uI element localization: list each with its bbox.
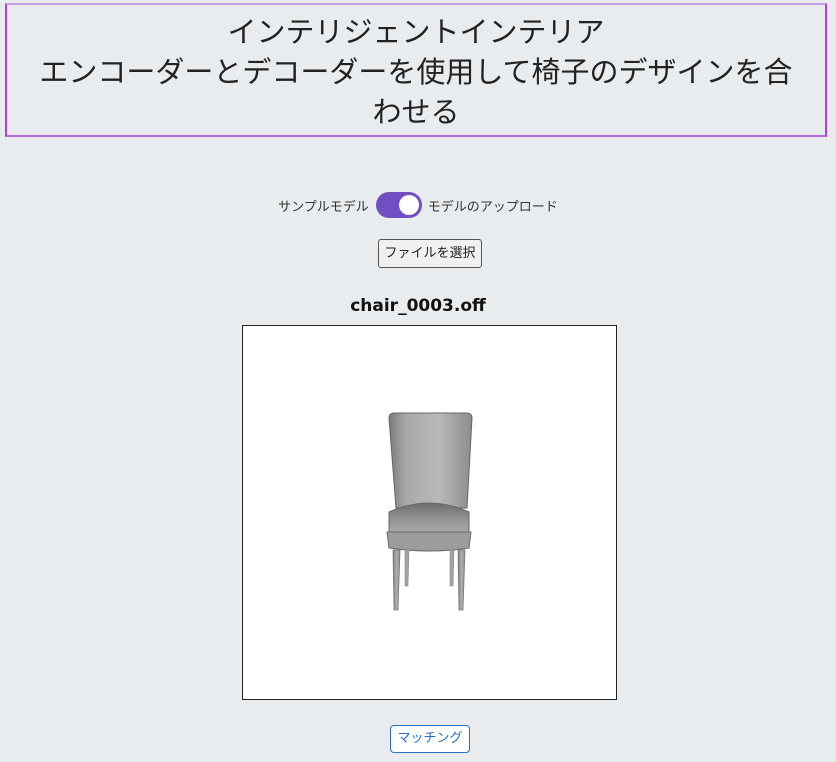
upload-model-label: モデルのアップロード — [427, 199, 558, 215]
page-header: インテリジェントインテリア エンコーダーとデコーダーを使用して椅子のデザインを合… — [5, 3, 827, 137]
model-filename: chair_0003.off — [350, 296, 486, 316]
mode-toggle-row: サンプルモデル モデルのアップロード — [0, 192, 836, 218]
sample-model-label: サンプルモデル — [278, 199, 369, 215]
chair-3d-render — [386, 412, 473, 611]
model-viewer-canvas[interactable] — [242, 325, 617, 700]
mode-toggle-switch[interactable] — [375, 192, 422, 218]
choose-file-button[interactable]: ファイルを選択 — [378, 239, 482, 268]
page-title-line-2: エンコーダーとデコーダーを使用して椅子のデザインを合 — [39, 55, 793, 89]
page-title-line-3: わせる — [372, 95, 460, 129]
page-title-line-1: インテリジェントインテリア — [227, 15, 605, 49]
toggle-knob — [398, 195, 419, 215]
matching-button[interactable]: マッチング — [390, 725, 470, 753]
